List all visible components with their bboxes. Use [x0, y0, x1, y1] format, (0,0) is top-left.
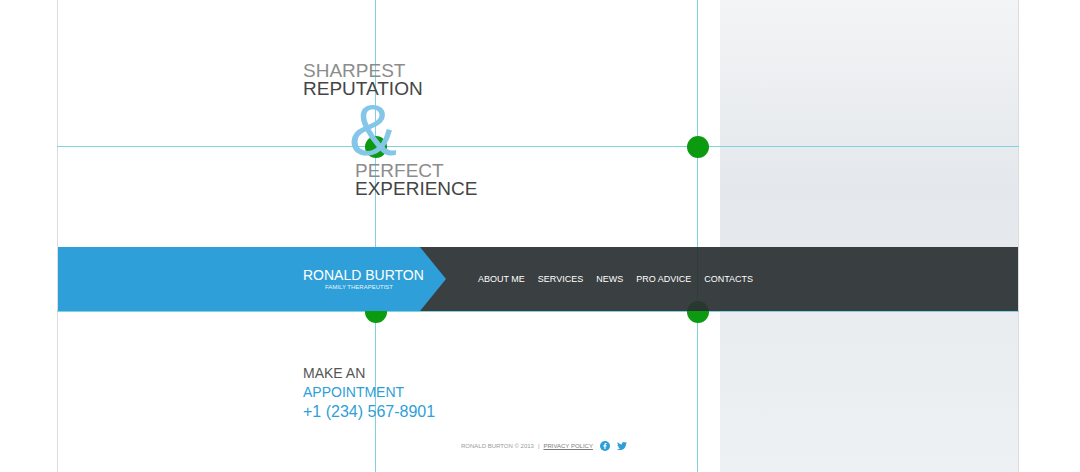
nav-list: ABOUT ME SERVICES NEWS PRO ADVICE CONTACTS [478, 274, 753, 284]
brand-subtitle: FAMILY THERAPEUTIST [325, 283, 393, 291]
appointment: MAKE ANAPPOINTMENT+1 (234) 567-8901 RONAL… [58, 311, 1018, 451]
grid-overlay [0, 0, 1080, 472]
grid-line [57, 146, 1019, 147]
nav-item[interactable]: ABOUT ME [478, 274, 525, 284]
hero: SHARPESTREPUTATION&PERFECTEXPERIENCE [58, 0, 1018, 247]
site-frame: SHARPESTREPUTATION&PERFECTEXPERIENCERONA… [57, 0, 1019, 472]
separator: | [538, 443, 540, 449]
grid-dot [687, 136, 709, 158]
nav-item[interactable]: PRO ADVICE [636, 274, 691, 284]
footer: RONALD BURTON © 2013 |PRIVACY POLICY [461, 441, 1018, 451]
page: SHARPESTREPUTATION&PERFECTEXPERIENCERONA… [0, 0, 1080, 472]
brand-name[interactable]: RONALD BURTON [303, 267, 424, 283]
hero-line: SHARPEST [303, 62, 1018, 80]
nav-item[interactable]: CONTACTS [704, 274, 753, 284]
nav-item[interactable]: SERVICES [538, 274, 583, 284]
copyright: RONALD BURTON © 2013 [461, 443, 534, 449]
phone[interactable]: +1 (234) 567-8901 [303, 402, 1018, 421]
nav-bar: RONALD BURTONFAMILY THERAPEUTIST ABOUT ME… [58, 247, 1018, 311]
hero-line: PERFECT [355, 162, 1018, 180]
facebook-icon[interactable] [600, 441, 610, 451]
hero-line: REPUTATION [303, 80, 1018, 98]
twitter-icon[interactable] [617, 441, 627, 451]
appointment-line: APPOINTMENT [303, 383, 1018, 402]
ampersand: & [349, 98, 1018, 162]
privacy-link[interactable]: PRIVACY POLICY [543, 443, 592, 449]
hero-line: EXPERIENCE [355, 180, 1018, 198]
appointment-line: MAKE AN [303, 364, 1018, 383]
grid-line [697, 0, 698, 472]
nav-item[interactable]: NEWS [596, 274, 623, 284]
grid-line [57, 311, 1019, 312]
brand[interactable]: RONALD BURTONFAMILY THERAPEUTIST [58, 247, 446, 311]
doctor-photo [720, 0, 1018, 472]
